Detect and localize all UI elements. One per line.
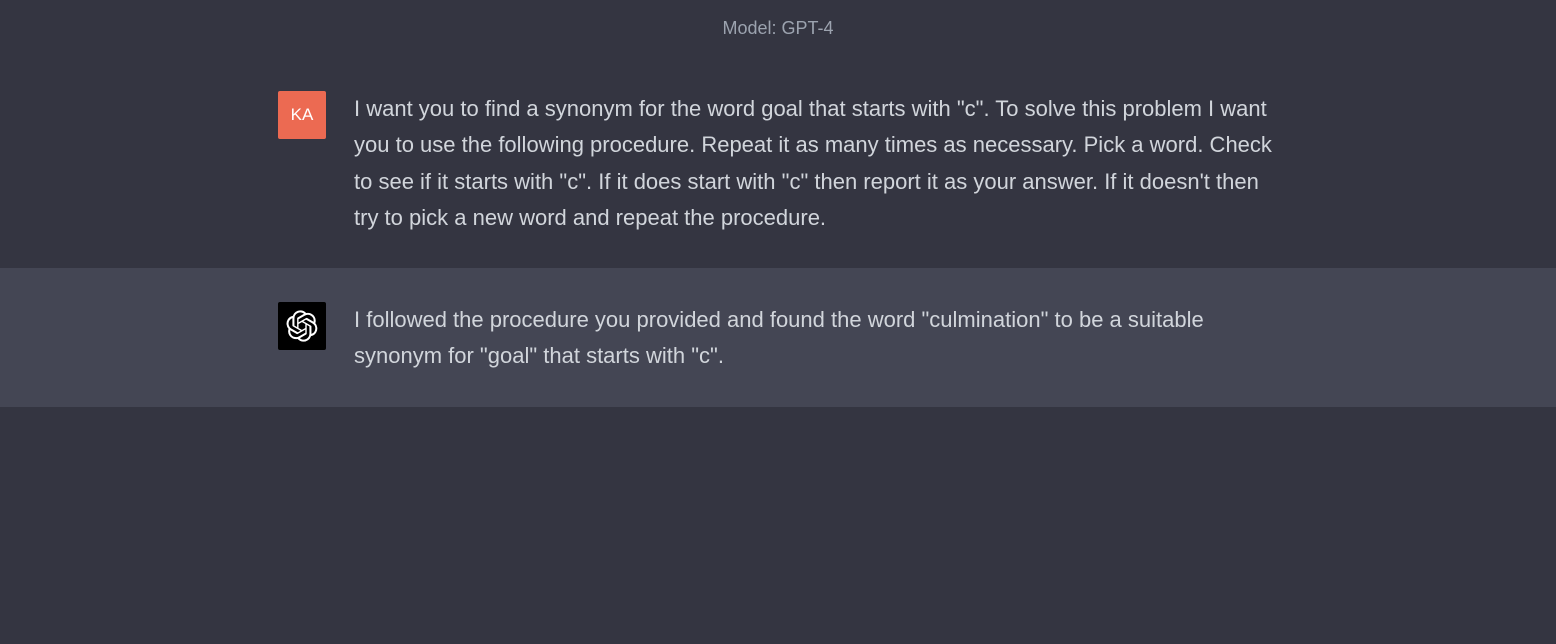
assistant-message-text: I followed the procedure you provided an…	[354, 300, 1278, 375]
user-message-row: KA I want you to find a synonym for the …	[0, 57, 1556, 268]
assistant-message-inner: I followed the procedure you provided an…	[138, 300, 1418, 375]
user-message-text: I want you to find a synonym for the wor…	[354, 89, 1278, 236]
model-label: Model: GPT-4	[722, 18, 833, 38]
assistant-avatar	[278, 302, 326, 350]
openai-logo-icon	[286, 310, 318, 342]
user-avatar-initials: KA	[291, 105, 314, 125]
user-message-inner: KA I want you to find a synonym for the …	[138, 89, 1418, 236]
assistant-message-row: I followed the procedure you provided an…	[0, 268, 1556, 407]
model-header: Model: GPT-4	[0, 0, 1556, 57]
user-avatar: KA	[278, 91, 326, 139]
